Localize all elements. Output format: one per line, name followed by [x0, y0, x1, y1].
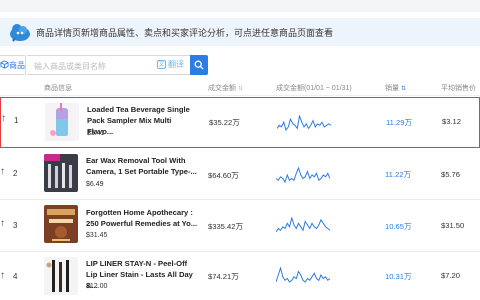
translate-label: 翻译 [168, 60, 184, 69]
search-bar: 商品 输入商品或类目名称 文翻译 [0, 53, 480, 77]
average-price: $3.12 [442, 117, 462, 126]
average-price: $5.76 [441, 170, 461, 179]
product-price: $31.45 [86, 232, 108, 239]
cloud-mascot-icon [10, 24, 30, 42]
notice-banner: 商品详情页新增商品属性、卖点和买家评论分析，可点进任意商品页面查看 [0, 18, 480, 46]
column-header-amount-trend: 成交金额(01/01 ~ 01/31) [276, 85, 352, 92]
table-header: 商品信息 成交金额 ⇅ 成交金额(01/01 ~ 01/31) 销量 ⇅ 平均销售价 [0, 82, 480, 96]
sparkline-series [276, 217, 330, 233]
banner-message: 商品详情页新增商品属性、卖点和买家评论分析，可点进任意商品页面查看 [36, 28, 334, 38]
product-price: $3.41 [87, 130, 105, 137]
rank-up-arrow-icon: ↑ [0, 270, 5, 281]
product-image[interactable] [44, 205, 78, 243]
average-price: $31.50 [441, 221, 465, 230]
sparkline-series [277, 115, 331, 131]
product-image[interactable] [44, 257, 78, 295]
product-price: $12.00 [86, 283, 108, 290]
column-header-product-info: 商品信息 [44, 85, 72, 92]
rank-up-arrow-icon: ↑ [1, 113, 6, 124]
amount-trend-sparkline [276, 267, 330, 283]
column-header-amount[interactable]: 成交金额 ⇅ [208, 83, 243, 93]
sales-volume: 10.65万 [385, 222, 412, 231]
rank-up-arrow-icon: ↑ [0, 218, 5, 229]
translate-icon: 文 [157, 60, 166, 70]
rank-number: 4 [13, 272, 18, 281]
sales-amount: $64.60万 [208, 171, 239, 180]
product-name[interactable]: Forgotten Home Apothecary : 250 Powerful… [86, 207, 198, 229]
search-button[interactable] [190, 55, 208, 75]
product-name[interactable]: Ear Wax Removal Tool With Camera, 1 Set … [86, 155, 198, 177]
column-header-sales[interactable]: 销量 ⇅ [385, 83, 406, 93]
amount-trend-sparkline [277, 115, 331, 131]
average-price: $7.20 [441, 271, 461, 280]
rank-up-arrow-icon: ↑ [0, 166, 5, 177]
amount-trend-sparkline [276, 167, 330, 183]
sales-volume: 10.31万 [385, 272, 412, 281]
amount-trend-sparkline [276, 217, 330, 233]
search-icon [194, 60, 204, 70]
column-header-avg-price: 平均销售价 [441, 85, 476, 92]
product-type-button[interactable]: 商品 [0, 55, 26, 75]
product-image[interactable] [44, 154, 78, 192]
sort-icon: ⇅ [401, 86, 407, 92]
rank-number: 3 [13, 221, 18, 230]
rank-number: 1 [14, 116, 19, 125]
sparkline-series [276, 167, 330, 183]
product-tab-label: 商品 [9, 61, 25, 70]
table-row[interactable]: ↑ 4 LIP LINER STAY-N - Peel-Off Lip Line… [0, 252, 480, 300]
table-row[interactable]: ↑ 2 Ear Wax Removal Tool With Camera, 1 … [0, 148, 480, 199]
cube-icon [0, 60, 9, 69]
product-price: $6.49 [86, 181, 104, 188]
sales-amount: $35.22万 [209, 118, 240, 127]
sales-amount: $335.42万 [208, 222, 244, 231]
sales-volume: 11.22万 [385, 170, 412, 179]
sales-volume: 11.29万 [386, 118, 413, 127]
product-image[interactable] [45, 103, 79, 141]
top-strip [0, 0, 480, 12]
sort-icon: ⇅ [238, 86, 244, 92]
translate-button[interactable]: 文翻译 [157, 59, 184, 70]
table-row[interactable]: ↑ 3 Forgotten Home Apothecary : 250 Powe… [0, 200, 480, 251]
sparkline-series [276, 267, 330, 283]
table-row[interactable]: ↑ 1 Loaded Tea Beverage Single Pack Samp… [0, 97, 480, 148]
sales-amount: $74.21万 [208, 272, 239, 281]
rank-number: 2 [13, 169, 18, 178]
